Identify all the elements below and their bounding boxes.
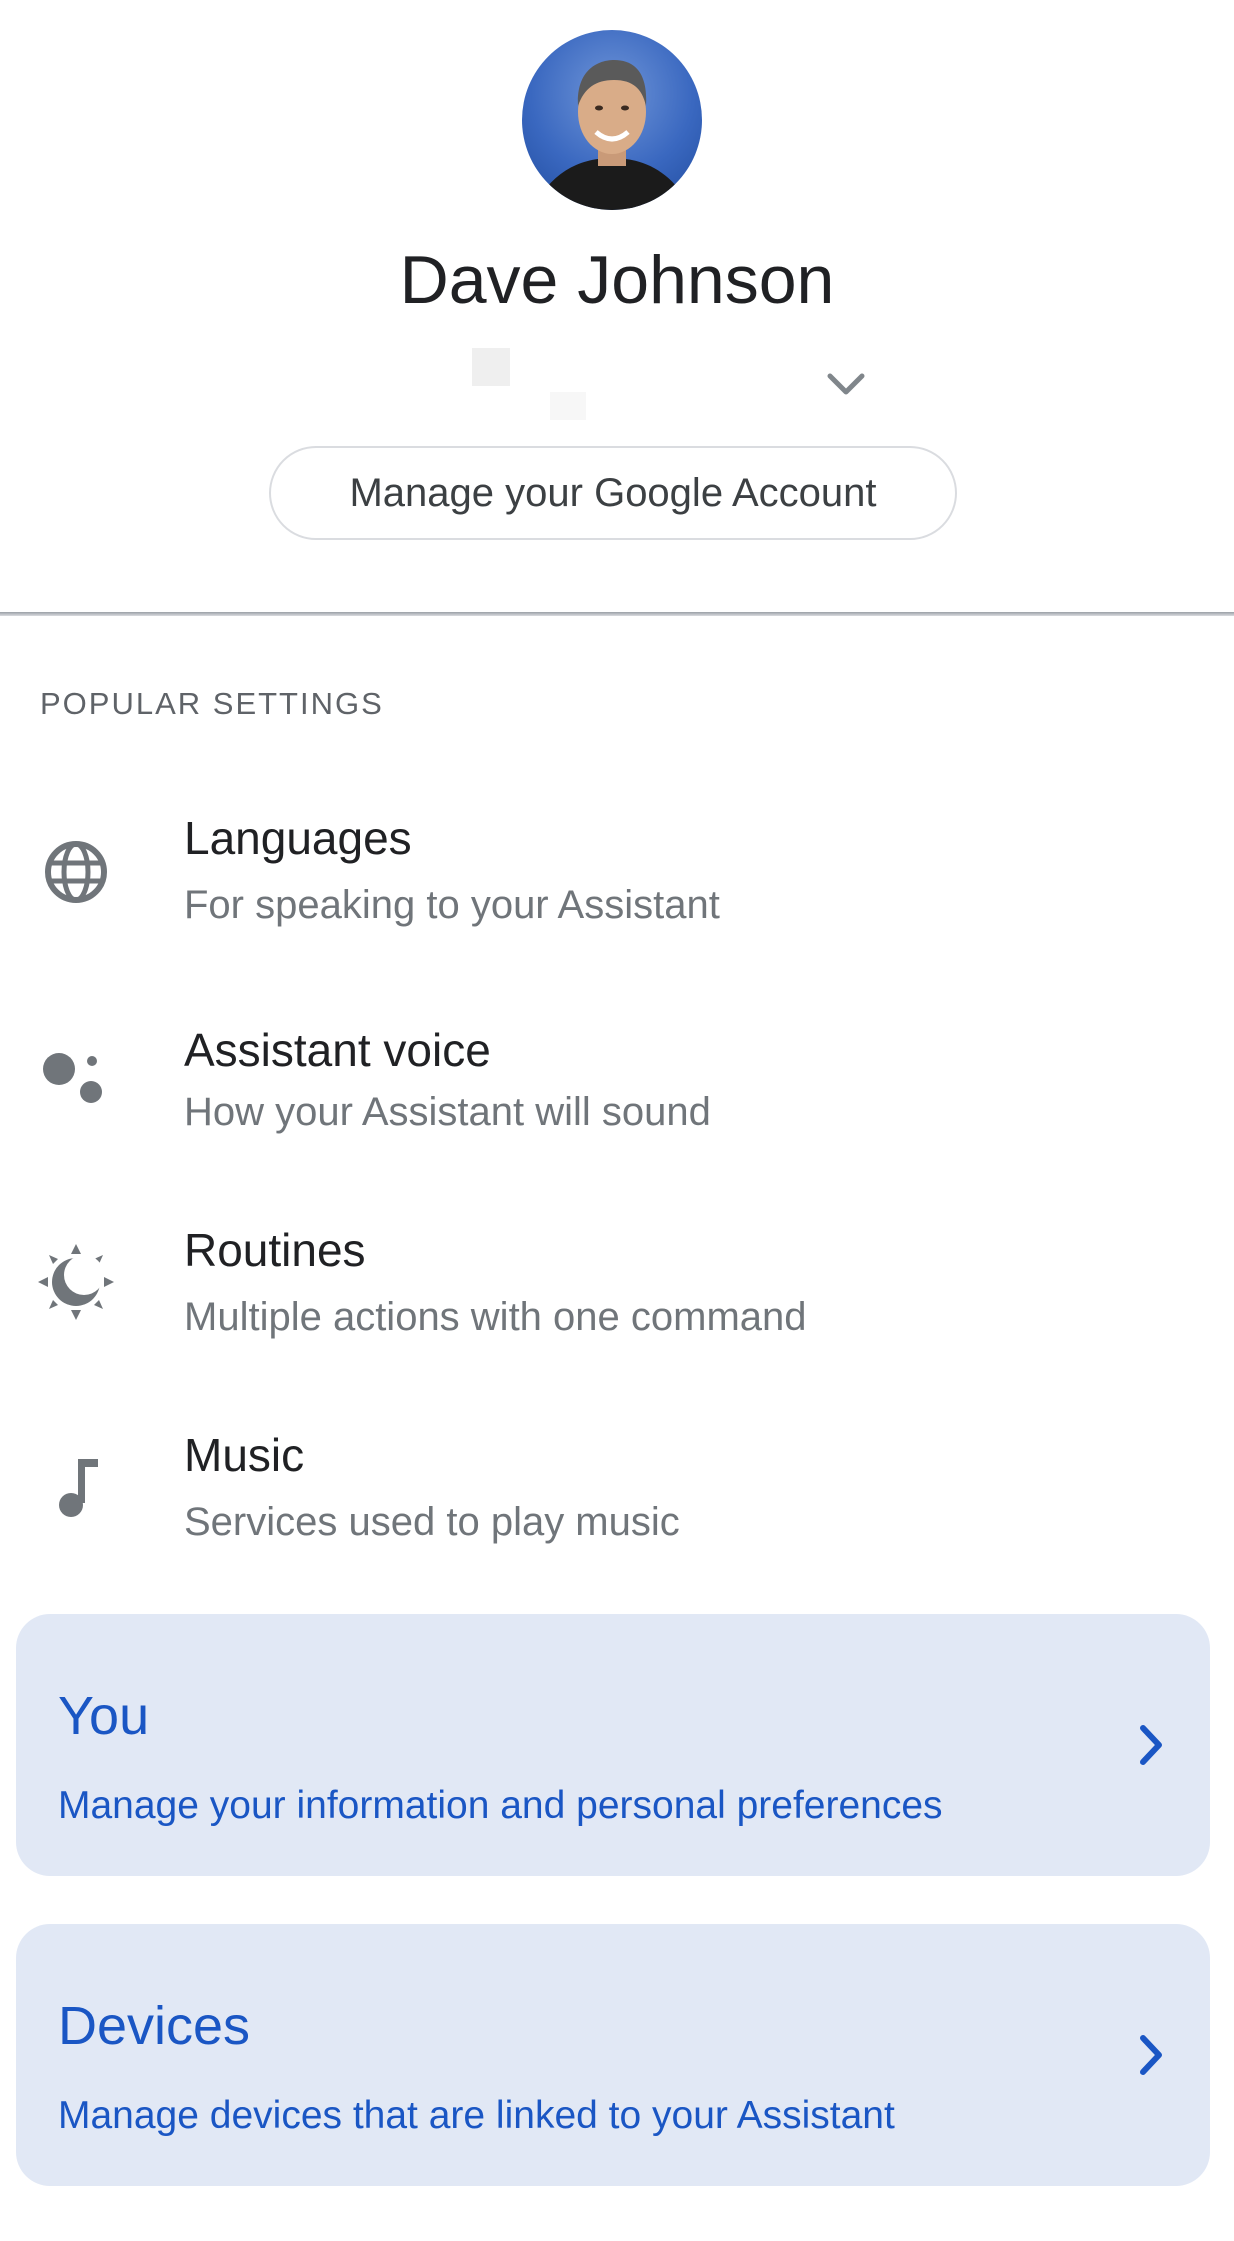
setting-assistant-voice[interactable]: Assistant voice How your Assistant will … <box>0 997 1234 1202</box>
avatar[interactable] <box>522 30 702 210</box>
sun-moon-icon <box>36 1242 116 1322</box>
setting-title: Music <box>184 1429 305 1481</box>
header-divider <box>0 612 1234 616</box>
setting-subtitle: Multiple actions with one command <box>184 1295 807 1339</box>
card-subtitle: Manage devices that are linked to your A… <box>58 2094 895 2137</box>
chevron-right-icon <box>1126 2030 1176 2080</box>
redacted-email <box>472 348 510 386</box>
chevron-down-icon[interactable] <box>822 366 870 402</box>
setting-title: Assistant voice <box>184 1024 491 1076</box>
profile-name: Dave Johnson <box>399 242 835 318</box>
setting-subtitle: How your Assistant will sound <box>184 1090 711 1134</box>
account-header: Dave Johnson Manage your Google Account <box>0 0 1234 612</box>
manage-google-account-button[interactable]: Manage your Google Account <box>269 446 957 540</box>
you-card[interactable]: You Manage your information and personal… <box>16 1614 1210 1876</box>
music-note-icon <box>36 1447 116 1527</box>
section-title-popular-settings: POPULAR SETTINGS <box>40 686 384 721</box>
setting-music[interactable]: Music Services used to play music <box>0 1407 1234 1612</box>
setting-title: Languages <box>184 812 412 864</box>
devices-card[interactable]: Devices Manage devices that are linked t… <box>16 1924 1210 2186</box>
card-title: You <box>58 1686 150 1746</box>
globe-icon <box>36 832 116 912</box>
setting-title: Routines <box>184 1224 366 1276</box>
card-title: Devices <box>58 1996 251 2056</box>
setting-routines[interactable]: Routines Multiple actions with one comma… <box>0 1202 1234 1407</box>
card-subtitle: Manage your information and personal pre… <box>58 1784 943 1827</box>
setting-subtitle: Services used to play music <box>184 1500 680 1544</box>
setting-subtitle: For speaking to your Assistant <box>184 883 720 927</box>
setting-languages[interactable]: Languages For speaking to your Assistant <box>0 792 1234 997</box>
assistant-dots-icon <box>36 1037 116 1117</box>
chevron-right-icon <box>1126 1720 1176 1770</box>
redacted-email-fragment <box>550 392 586 420</box>
